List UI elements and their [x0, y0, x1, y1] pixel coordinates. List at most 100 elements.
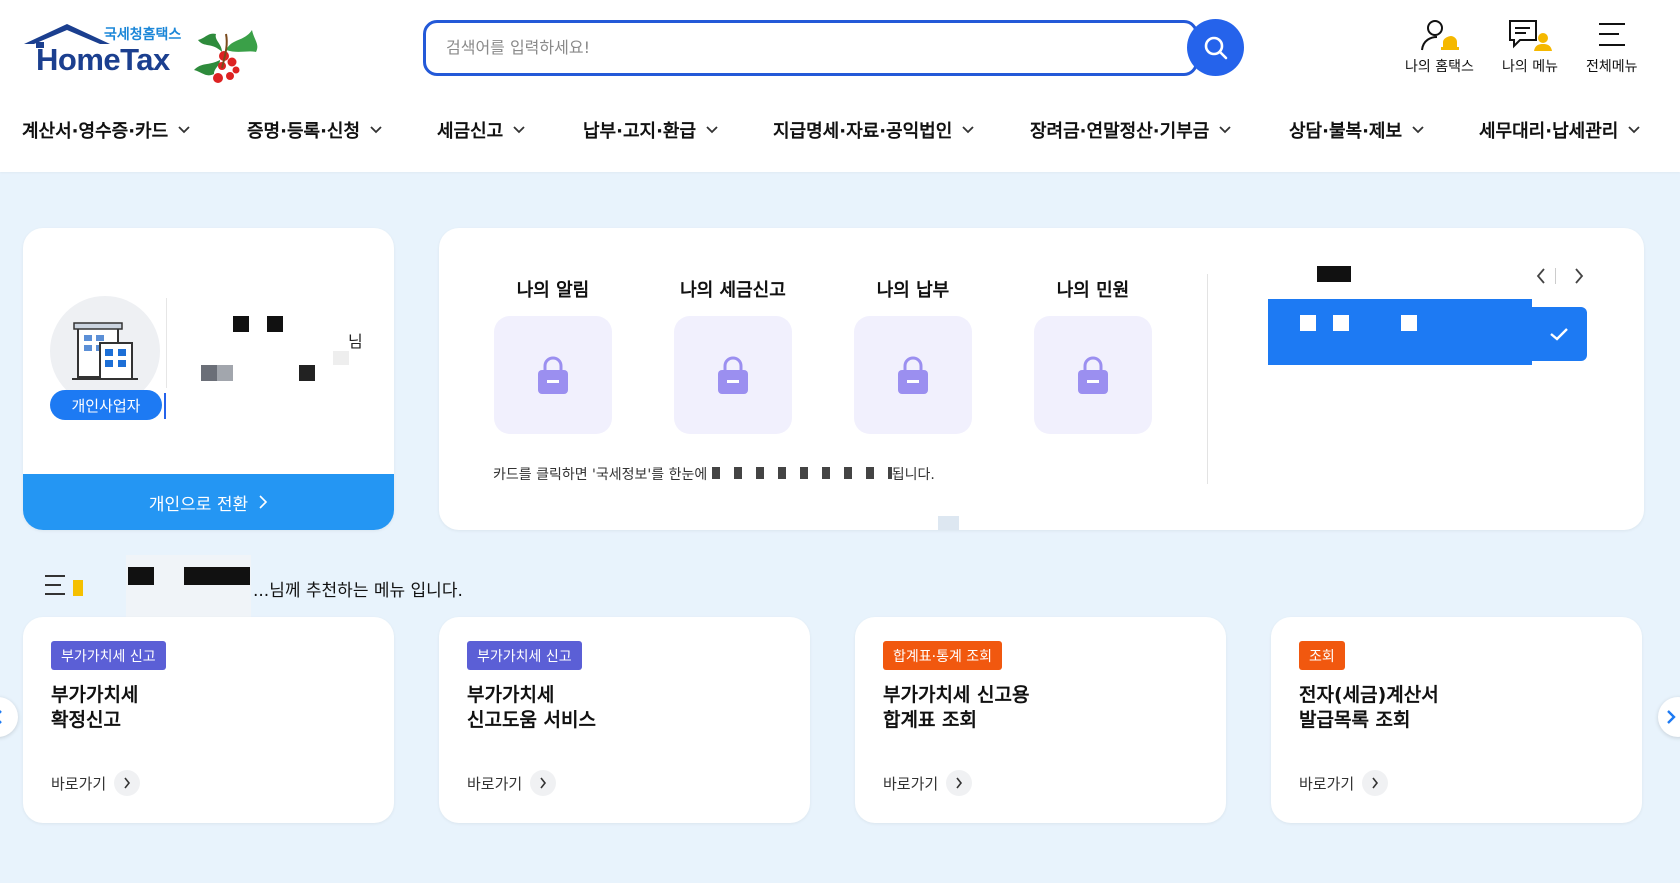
chevron-down-icon — [1412, 126, 1424, 134]
my-payment-title: 나의 납부 — [876, 280, 950, 301]
shortcut-label: 바로가기 — [467, 774, 523, 793]
my-menu-button[interactable]: 나의 메뉴 — [1502, 18, 1558, 76]
shortcut-link[interactable]: 바로가기 — [51, 770, 141, 796]
gnb-label: 증명·등록·신청 — [247, 121, 361, 142]
chevron-left-icon — [0, 710, 2, 724]
switch-label: 개인으로 전환 — [148, 494, 249, 515]
gnb-label: 세금신고 — [437, 121, 504, 142]
my-alarm-item[interactable]: 나의 알림 — [493, 276, 613, 434]
my-hometax-label: 나의 홈택스 — [1405, 59, 1474, 75]
my-tax-report-item[interactable]: 나의 세금신고 — [673, 276, 793, 434]
chevron-left-icon — [1536, 268, 1545, 284]
gnb-item-payment[interactable]: 납부·고지·환급 — [583, 110, 718, 150]
chevron-right-icon — [946, 770, 973, 796]
shortcut-link[interactable]: 바로가기 — [883, 770, 973, 796]
recommend-card-title: 부가가치세 확정신고 — [51, 684, 139, 731]
chevron-right-icon — [1362, 770, 1389, 796]
my-civil-card[interactable] — [1034, 316, 1152, 434]
switch-to-individual-button[interactable]: 개인으로 전환 — [23, 474, 394, 530]
divider — [166, 298, 167, 388]
gnb-item-consulting[interactable]: 상담·불복·제보 — [1289, 110, 1424, 150]
lock-icon — [1078, 356, 1108, 394]
profile-card: 개인사업자 님 개인으로 전환 — [23, 228, 394, 530]
chevron-right-icon — [1575, 268, 1584, 284]
shortcut-label: 바로가기 — [883, 774, 939, 793]
check-icon — [1549, 328, 1568, 341]
my-tax-report-title: 나의 세금신고 — [680, 280, 786, 301]
logo-subtitle: 국세청홈택스 — [104, 27, 182, 43]
redacted-block — [1333, 315, 1349, 331]
scroll-indicator — [938, 516, 959, 530]
carousel-prev-button[interactable] — [0, 697, 18, 737]
all-menu-button[interactable]: 전체메뉴 — [1586, 18, 1638, 76]
chevron-down-icon — [513, 126, 525, 134]
recommend-card[interactable]: 합계표·통계 조회 부가가치세 신고용 합계표 조회 바로가기 — [855, 617, 1226, 823]
gnb-label: 지급명세·자료·공익법인 — [773, 121, 953, 142]
gnb-item-tax-report[interactable]: 세금신고 — [437, 110, 525, 150]
redacted-block — [333, 351, 349, 365]
divider — [1555, 268, 1556, 284]
building-icon — [72, 322, 138, 380]
my-summary-card: 나의 알림 나의 세금신고 나의 납부 나의 민원 카드를 클릭하면 '국세정보… — [439, 228, 1644, 530]
recommend-card-title: 전자(세금)계산서 발급목록 조회 — [1299, 684, 1439, 731]
recommend-card-title: 부가가치세 신고용 합계표 조회 — [883, 684, 1030, 731]
my-civil-item[interactable]: 나의 민원 — [1033, 276, 1153, 434]
chevron-down-icon — [706, 126, 718, 134]
notice-next-button[interactable] — [1567, 264, 1591, 288]
shortcut-link[interactable]: 바로가기 — [467, 770, 557, 796]
category-tag: 부가가치세 신고 — [51, 641, 166, 670]
search-button[interactable] — [1187, 19, 1244, 76]
redacted-block — [126, 555, 251, 617]
shortcut-link[interactable]: 바로가기 — [1299, 770, 1389, 796]
lock-icon — [898, 356, 928, 394]
recommend-card[interactable]: 부가가치세 신고 부가가치세 신고도움 서비스 바로가기 — [439, 617, 810, 823]
redacted-block — [128, 567, 154, 585]
my-payment-card[interactable] — [854, 316, 972, 434]
shortcut-label: 바로가기 — [1299, 774, 1355, 793]
gnb-item-certificate[interactable]: 증명·등록·신청 — [247, 110, 382, 150]
all-menu-label: 전체메뉴 — [1586, 59, 1638, 75]
divider — [1207, 274, 1208, 484]
redacted-block — [1300, 315, 1316, 331]
my-card-note: 카드를 클릭하면 '국세정보'를 한눈에 됩니다. — [493, 464, 935, 484]
notice-confirm-button[interactable] — [1530, 307, 1587, 361]
hamburger-icon — [1598, 23, 1625, 46]
hometax-logo[interactable]: 국세청홈택스 HomeTax — [22, 22, 262, 92]
gnb-item-invoice[interactable]: 계산서·영수증·카드 — [22, 110, 190, 150]
redacted-block — [267, 316, 283, 332]
gnb-label: 상담·불복·제보 — [1289, 121, 1403, 142]
gnb-item-statements[interactable]: 지급명세·자료·공익법인 — [773, 110, 974, 150]
redacted-block — [184, 567, 250, 585]
carousel-next-button[interactable] — [1658, 697, 1680, 737]
search-box — [423, 20, 1198, 76]
my-tax-report-card[interactable] — [674, 316, 792, 434]
my-hometax-button[interactable]: 나의 홈택스 — [1405, 18, 1474, 76]
user-bell-icon — [1421, 20, 1460, 51]
global-nav: 계산서·영수증·카드 증명·등록·신청 세금신고 납부·고지·환급 지급명세·자… — [0, 110, 1680, 150]
search-input[interactable] — [446, 23, 1086, 71]
user-name-suffix: 님 — [348, 332, 363, 351]
logo-brand: HomeTax — [36, 42, 170, 77]
my-payment-item[interactable]: 나의 납부 — [853, 276, 973, 434]
recommend-title: ...님께 추천하는 메뉴 입니다. — [253, 581, 463, 601]
category-tag: 부가가치세 신고 — [467, 641, 582, 670]
my-civil-title: 나의 민원 — [1056, 280, 1130, 301]
my-alarm-card[interactable] — [494, 316, 612, 434]
redacted-block — [217, 365, 233, 381]
redacted-block — [1401, 315, 1417, 331]
gnb-label: 납부·고지·환급 — [583, 121, 697, 142]
search-icon — [1204, 36, 1227, 59]
chevron-right-icon — [114, 770, 141, 796]
notice-banner[interactable] — [1268, 299, 1532, 365]
chevron-down-icon — [962, 126, 974, 134]
gnb-item-incentives[interactable]: 장려금·연말정산·기부금 — [1030, 110, 1231, 150]
recommend-card[interactable]: 조회 전자(세금)계산서 발급목록 조회 바로가기 — [1271, 617, 1642, 823]
recommend-card[interactable]: 부가가치세 신고 부가가치세 확정신고 바로가기 — [23, 617, 394, 823]
notice-prev-button[interactable] — [1529, 264, 1553, 288]
gnb-item-tax-agent[interactable]: 세무대리·납세관리 — [1479, 110, 1640, 150]
recommend-card-title: 부가가치세 신고도움 서비스 — [467, 684, 596, 731]
shortcut-label: 바로가기 — [51, 774, 107, 793]
holly-icon — [194, 30, 258, 83]
category-tag: 조회 — [1299, 641, 1345, 670]
gnb-label: 장려금·연말정산·기부금 — [1030, 121, 1210, 142]
